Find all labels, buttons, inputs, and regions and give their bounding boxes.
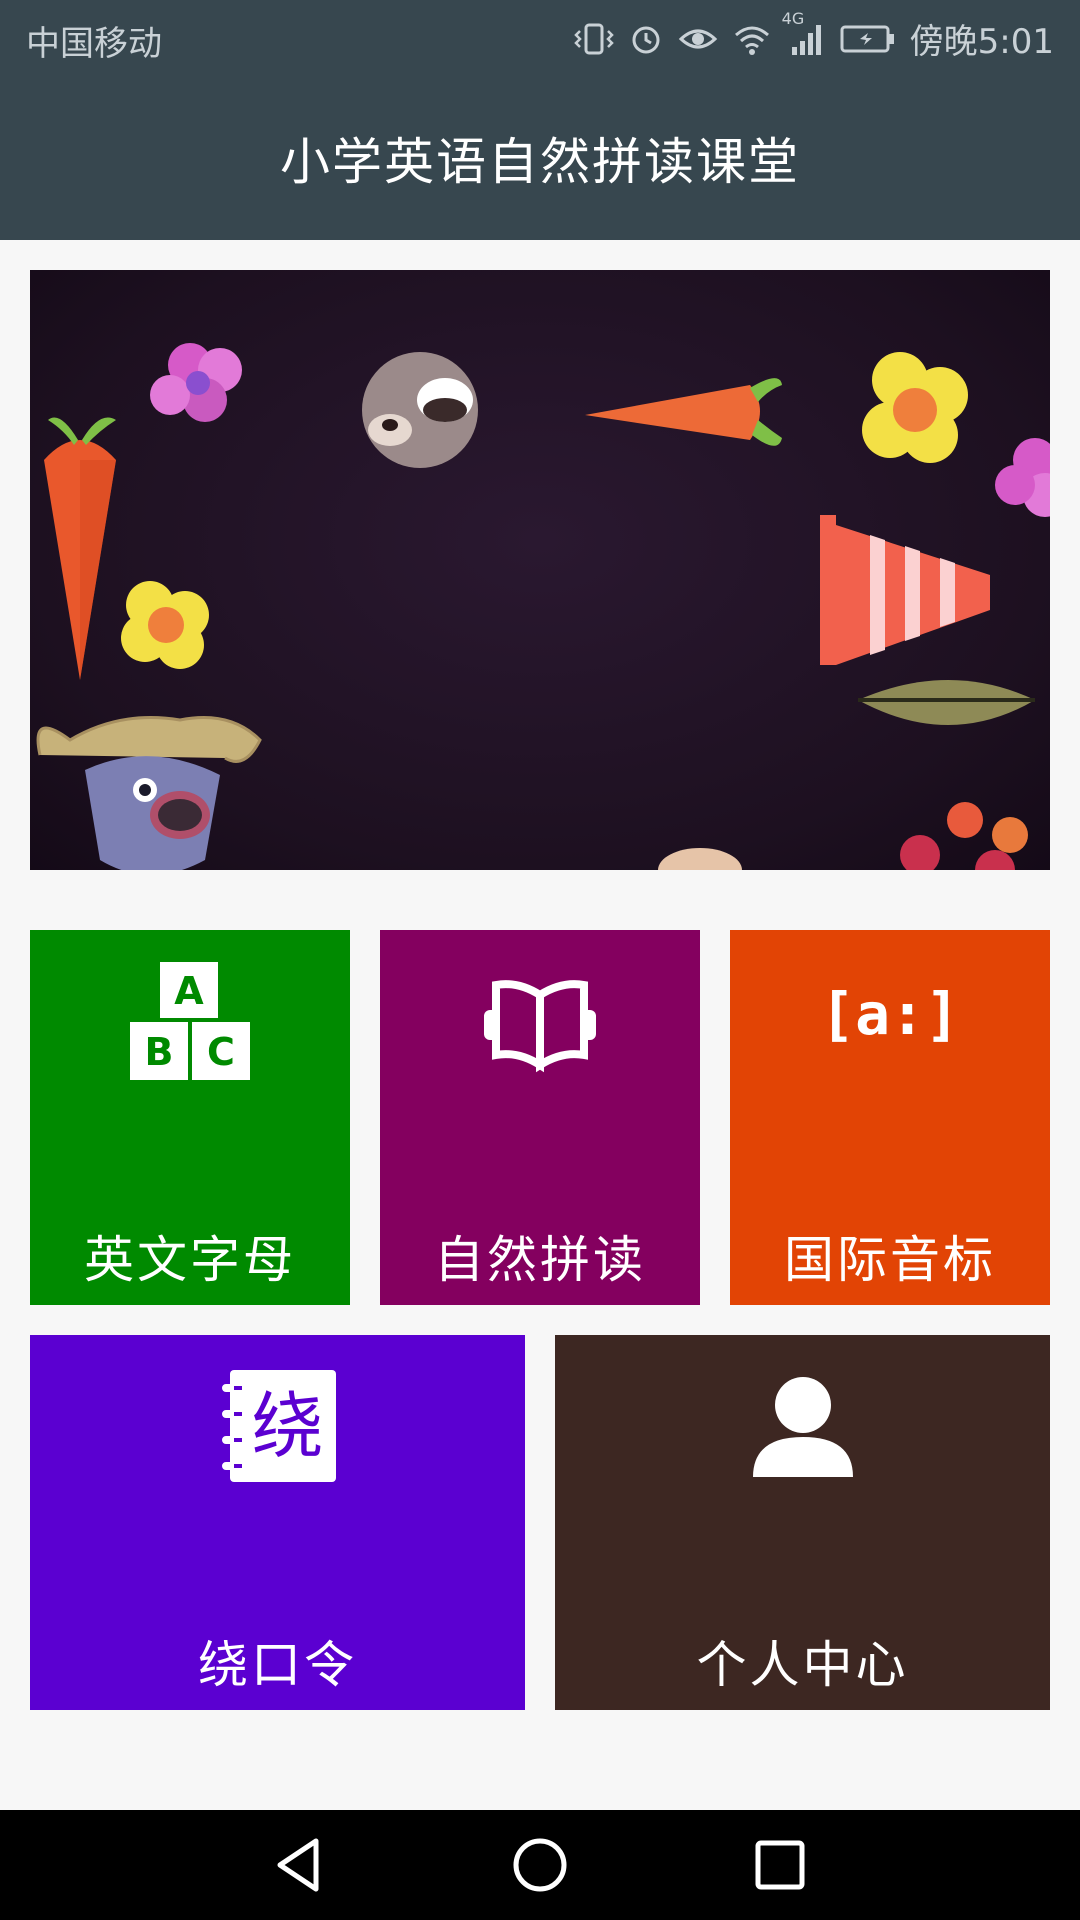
leaf-icon	[858, 680, 1035, 725]
tile-label: 个人中心	[696, 1636, 909, 1694]
wifi-icon	[732, 21, 772, 57]
banner-illustration	[36, 343, 1050, 870]
phonetic-symbol-icon: [a:]	[820, 980, 960, 1048]
tile-label: 绕口令	[198, 1636, 357, 1694]
flower-icon	[900, 802, 1028, 870]
tile-ipa[interactable]: [a:] 国际音标	[730, 930, 1050, 1305]
recents-square-icon	[755, 1840, 805, 1890]
abc-letter-a: A	[174, 969, 204, 1013]
home-button[interactable]	[510, 1835, 570, 1899]
notebook-icon: 绕	[218, 1370, 338, 1482]
tile-tongue-twister[interactable]: 绕 绕口令	[30, 1335, 525, 1710]
carrier-name: 中国移动	[26, 24, 162, 64]
flower-icon	[150, 343, 242, 422]
app-bar: 小学英语自然拼读课堂	[0, 76, 1080, 240]
alarm-icon	[628, 21, 664, 57]
open-book-icon	[482, 975, 598, 1079]
traffic-cone-icon	[820, 515, 990, 665]
tile-personal-center[interactable]: 个人中心	[555, 1335, 1050, 1710]
battery-icon	[840, 21, 896, 57]
carrot-icon	[585, 378, 782, 446]
clock-time: 傍晚5:01	[909, 22, 1054, 62]
tile-label: 国际音标	[784, 1231, 996, 1289]
network-type: 4G	[781, 8, 805, 28]
recents-button[interactable]	[750, 1835, 810, 1899]
tile-english-alphabet[interactable]: A B C 英文字母	[30, 930, 350, 1305]
sheep-icon	[658, 848, 742, 870]
back-triangle-icon	[277, 1838, 319, 1892]
status-icons: 4G 傍晚5:01	[573, 9, 1054, 63]
vibrate-icon	[573, 21, 614, 57]
tile-label: 自然拼读	[434, 1231, 646, 1289]
flower-icon	[121, 581, 209, 669]
tile-label: 英文字母	[84, 1231, 296, 1289]
status-bar: 中国移动 4G 傍晚5:01	[0, 0, 1080, 76]
home-circle-icon	[513, 1838, 567, 1892]
tile-phonics[interactable]: 自然拼读	[380, 930, 700, 1305]
carrot-icon	[44, 417, 116, 680]
back-button[interactable]	[270, 1835, 330, 1899]
page-title: 小学英语自然拼读课堂	[280, 133, 800, 191]
abc-blocks-icon: A B C	[128, 960, 252, 1088]
abc-letter-b: B	[145, 1030, 174, 1074]
buffalo-character-icon	[36, 716, 262, 870]
eye-comfort-icon	[678, 21, 718, 57]
cellular-signal-icon: 4G	[782, 9, 826, 57]
sloth-character-icon	[362, 352, 478, 468]
abc-letter-c: C	[207, 1030, 235, 1074]
flower-icon	[862, 352, 968, 463]
notebook-character: 绕	[251, 1384, 324, 1468]
banner-image[interactable]	[30, 270, 1050, 870]
user-icon	[751, 1375, 855, 1483]
flower-icon	[995, 438, 1050, 517]
navigation-bar	[0, 1810, 1080, 1920]
